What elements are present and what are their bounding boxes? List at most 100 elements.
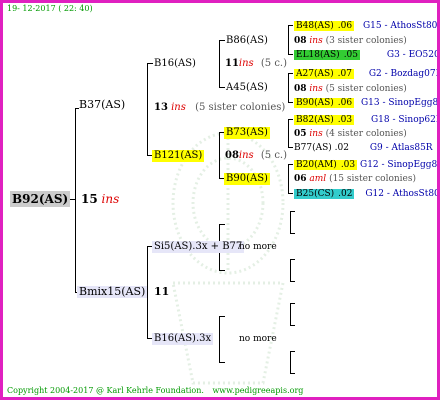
gen5-num: 05	[294, 129, 307, 139]
gen5-row-10: 06 aml (15 sister colonies)	[294, 173, 416, 185]
node-si5-note: no more	[239, 242, 277, 252]
gen5-name: B48(AS)	[294, 21, 336, 31]
gen5-num: 08	[294, 36, 307, 46]
node-b121-sisters: (5 c.)	[260, 150, 288, 161]
pedigree-frame: 19- 12-2017 ( 22: 40) B92(AS) 15 ins B37…	[0, 0, 440, 400]
connector	[290, 259, 291, 281]
gen5-ins: ins	[309, 36, 323, 46]
node-b16-ins: ins	[171, 102, 186, 113]
gen5-val: .06	[335, 21, 355, 31]
connector	[288, 25, 289, 54]
root-ins: ins	[101, 192, 120, 206]
node-b16-3x[interactable]: B16(AS).3x	[152, 333, 214, 345]
node-b121-info: 08ins (5 c.)	[225, 150, 287, 162]
parent-node-bmix15[interactable]: Bmix15(AS)	[77, 286, 148, 298]
gen5-row-1: 08 ins (3 sister colonies)	[294, 35, 407, 47]
connector	[219, 40, 220, 87]
root-info: 15 ins	[81, 193, 119, 205]
node-b16-num: 13	[154, 102, 168, 113]
gen5-name: B20(AM)	[294, 160, 339, 170]
gen5-meta: G18 - Sinop62R	[370, 115, 440, 125]
node-a45[interactable]: A45(AS)	[226, 82, 268, 94]
node-b90[interactable]: B90(AS)	[224, 173, 270, 185]
gen5-meta: G13 - SinopEgg86R	[360, 98, 439, 108]
site-link[interactable]: www.pedigreeapis.org	[212, 386, 303, 395]
connector	[219, 87, 225, 88]
parent-node-b37[interactable]: B37(AS)	[79, 99, 126, 111]
gen5-name: B25(CS)	[294, 189, 337, 199]
gen5-name: B82(AS)	[294, 115, 336, 125]
connector	[290, 211, 295, 212]
node-b121-ins: ins	[238, 150, 254, 161]
gen5-name: EL18(AS)	[294, 50, 342, 60]
gen5-row-11[interactable]: B25(CS) .02 G12 - AthosSt80R	[294, 188, 440, 200]
gen5-val: .02	[334, 143, 349, 153]
node-si5[interactable]: Si5(AS).3x + B77	[152, 241, 245, 253]
gen5-val: .03	[338, 160, 358, 170]
gen5-row-9[interactable]: B20(AM).03 G12 - SinopEgg86R	[294, 159, 438, 171]
connector	[288, 54, 293, 55]
gen5-row-7: 05 ins (4 sister colonies)	[294, 128, 407, 140]
node-b86-info: 11ins (5 c.)	[225, 58, 287, 70]
connector	[219, 270, 225, 271]
connector	[219, 132, 220, 178]
gen5-num: 08	[294, 84, 307, 94]
gen5-row-2[interactable]: EL18(AS) .05 G3 - EO520	[294, 49, 440, 61]
gen5-num: 06	[294, 174, 307, 184]
node-b73[interactable]: B73(AS)	[224, 127, 270, 139]
connector	[219, 40, 225, 41]
gen5-name: B77(AS)	[294, 143, 332, 153]
node-b121[interactable]: B121(AS)	[152, 150, 205, 162]
watermark-graphic	[171, 131, 285, 385]
connector	[290, 303, 291, 325]
root-node[interactable]: B92(AS)	[10, 191, 71, 207]
connector	[219, 224, 225, 225]
gen5-row-0[interactable]: B48(AS) .06 G15 - AthosSt80R	[294, 20, 437, 32]
gen5-row-5[interactable]: B90(AS).06 G13 - SinopEgg86R	[294, 97, 439, 109]
print-date: 19- 12-2017 ( 22: 40)	[7, 4, 93, 13]
gen5-row-3[interactable]: A27(AS) .07 G2 - Bozdag07R	[294, 68, 437, 80]
connector	[288, 193, 293, 194]
connector	[290, 259, 295, 260]
gen5-val: .05	[341, 50, 361, 60]
node-b86-num: 11	[225, 58, 239, 69]
gen5-sisters: (4 sister colonies)	[325, 129, 407, 139]
gen5-sisters: (3 sister colonies)	[325, 36, 407, 46]
gen5-val: .02	[336, 189, 355, 199]
node-b86-ins: ins	[238, 58, 254, 69]
node-b86-sisters: (5 c.)	[260, 58, 288, 69]
connector	[288, 164, 289, 193]
connector	[75, 108, 76, 292]
footer: Copyright 2004-2017 @ Karl Kehrle Founda…	[7, 386, 303, 395]
gen5-val: .06	[335, 98, 355, 108]
node-b86[interactable]: B86(AS)	[226, 35, 268, 47]
connector	[290, 325, 295, 326]
gen5-meta: G3 - EO520	[386, 50, 440, 60]
gen5-row-8[interactable]: B77(AS) .02 G9 - Atlas85R	[294, 142, 433, 154]
gen5-name: A27(AS)	[294, 69, 336, 79]
gen5-meta: G9 - Atlas85R	[369, 143, 433, 153]
connector	[219, 316, 220, 362]
gen5-val: .03	[335, 115, 355, 125]
connector	[290, 211, 291, 233]
gen5-val: .07	[335, 69, 354, 79]
gen5-meta: G12 - AthosSt80R	[365, 189, 440, 199]
connector	[290, 233, 295, 234]
parent-bmix-num: 11	[154, 285, 170, 298]
connector	[288, 73, 293, 74]
node-b16-info: 13 ins (5 sister colonies)	[154, 102, 285, 114]
connector	[290, 303, 295, 304]
gen5-meta: G12 - SinopEgg86R	[360, 160, 438, 170]
gen5-sisters: (15 sister colonies)	[329, 174, 416, 184]
connector	[290, 351, 291, 373]
node-b16[interactable]: B16(AS)	[154, 58, 196, 70]
gen5-sisters: (5 sister colonies)	[325, 84, 407, 94]
gen5-name: B90(AS)	[294, 98, 336, 108]
connector	[290, 373, 295, 374]
connector	[288, 102, 293, 103]
connector	[147, 63, 153, 64]
connector	[288, 73, 289, 102]
connector	[288, 25, 293, 26]
connector	[288, 119, 293, 120]
gen5-row-6[interactable]: B82(AS) .03 G18 - Sinop62R	[294, 114, 440, 126]
